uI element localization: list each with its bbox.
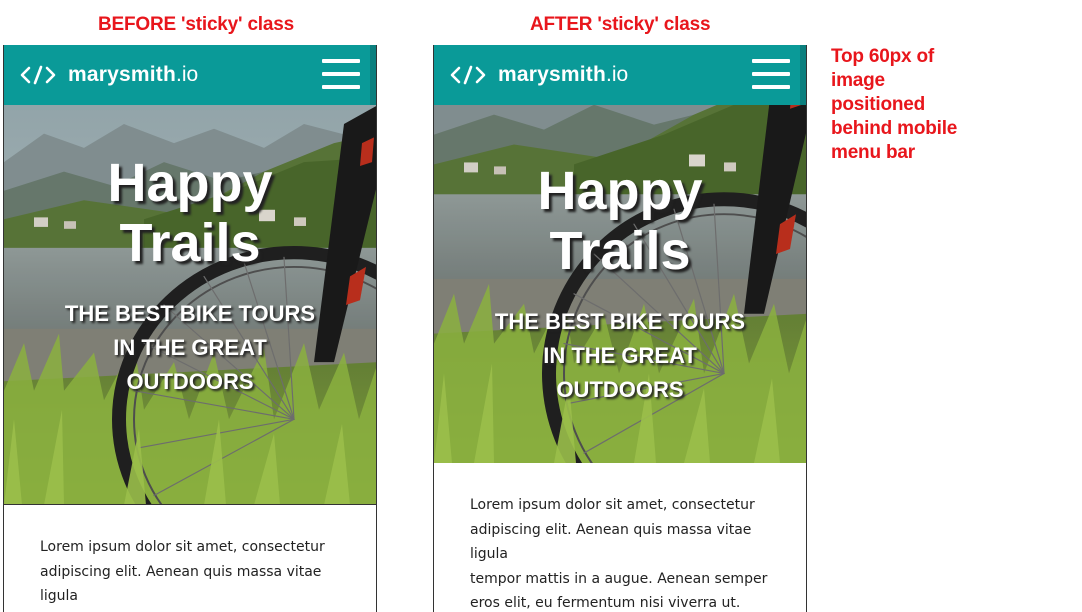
side-note: Top 60px of image positioned behind mobi… xyxy=(831,46,958,163)
hamburger-menu-icon[interactable] xyxy=(752,59,790,89)
brand-tld: .io xyxy=(606,63,629,86)
mobile-nav-bar: marysmith .io xyxy=(4,45,376,105)
body-line: adipiscing elit. Aenean quis massa vitae… xyxy=(470,521,752,563)
body-text: Lorem ipsum dolor sit amet, consectetur … xyxy=(4,535,376,609)
code-brackets-icon xyxy=(20,65,56,85)
brand-name: marysmith xyxy=(68,63,177,86)
hero-title-line1: Happy xyxy=(107,153,273,213)
brand-tld: .io xyxy=(176,63,199,86)
hero-subtitle: THE BEST BIKE TOURS IN THE GREAT OUTDOOR… xyxy=(494,309,746,402)
brand-logo[interactable]: marysmith .io xyxy=(450,63,628,87)
after-sticky-phone: marysmith .io Happy Trails THE BEST BIKE… xyxy=(433,45,807,612)
before-sticky-phone: marysmith .io Happy Trails THE BEST BIKE… xyxy=(3,45,377,612)
hamburger-menu-icon[interactable] xyxy=(322,59,360,89)
scrollbar[interactable] xyxy=(800,45,806,105)
hero-section: Happy Trails THE BEST BIKE TOURS IN THE … xyxy=(434,45,806,463)
mobile-nav-bar: marysmith .io xyxy=(434,45,806,105)
hero-section: Happy Trails THE BEST BIKE TOURS IN THE … xyxy=(4,105,376,505)
scrollbar[interactable] xyxy=(370,45,376,105)
hero-title-line1: Happy xyxy=(537,161,703,221)
brand-logo[interactable]: marysmith .io xyxy=(20,63,198,87)
body-line: eros elit, eu fermentum nisi viverra ut. xyxy=(470,595,741,611)
after-caption: AFTER 'sticky' class xyxy=(530,14,711,35)
hero-title-line2: Trails xyxy=(119,213,261,273)
hero-text: Happy Trails THE BEST BIKE TOURS IN THE … xyxy=(4,153,376,399)
hero-divider xyxy=(4,504,376,505)
brand-name: marysmith xyxy=(498,63,607,86)
hero-text: Happy Trails THE BEST BIKE TOURS IN THE … xyxy=(434,161,806,407)
body-line: Lorem ipsum dolor sit amet, consectetur xyxy=(40,539,325,555)
hero-title-line2: Trails xyxy=(549,221,691,281)
body-line: tempor mattis in a augue. Aenean semper xyxy=(470,570,768,587)
body-text: Lorem ipsum dolor sit amet, consectetur … xyxy=(434,493,806,612)
hero-subtitle: THE BEST BIKE TOURS IN THE GREAT OUTDOOR… xyxy=(64,301,316,394)
body-line: adipiscing elit. Aenean quis massa vitae… xyxy=(40,563,322,605)
body-line: Lorem ipsum dolor sit amet, consectetur xyxy=(470,497,755,513)
before-caption: BEFORE 'sticky' class xyxy=(98,14,294,35)
code-brackets-icon xyxy=(450,65,486,85)
